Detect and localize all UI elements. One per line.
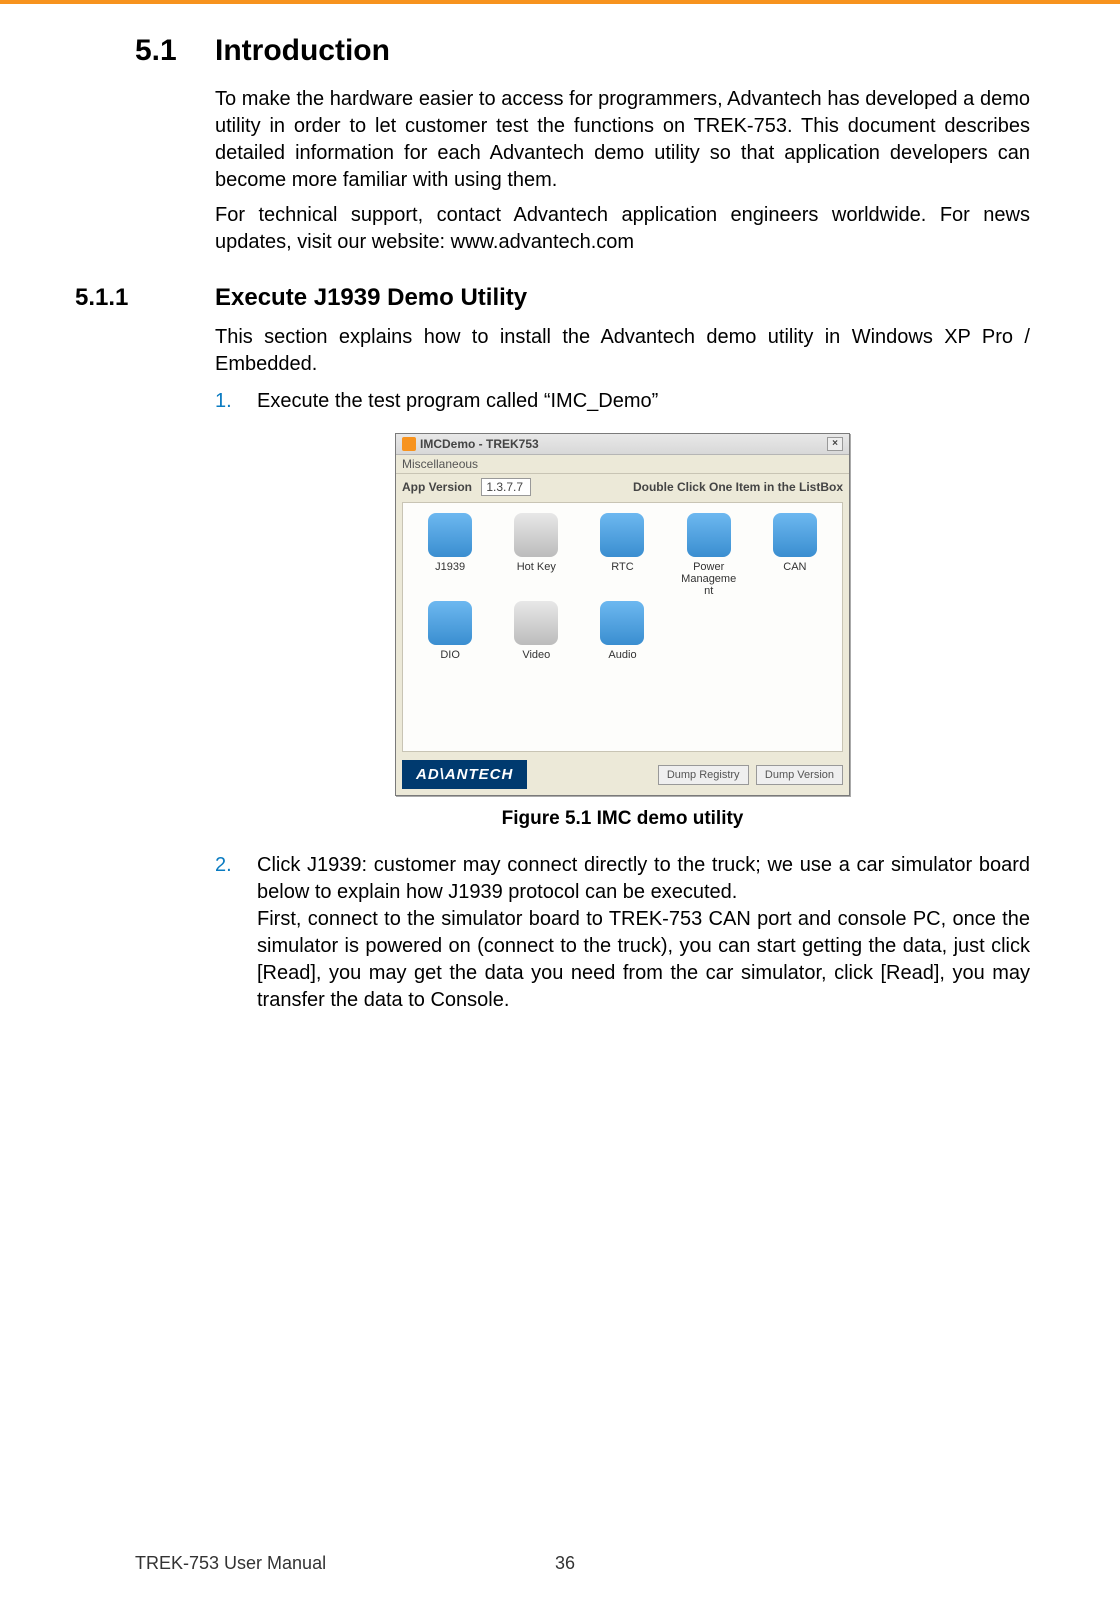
item-icon [773,513,817,557]
listbox-item-audio[interactable]: Audio [581,601,663,661]
subsection-title: Execute J1939 Demo Utility [215,284,527,312]
item-icon [514,513,558,557]
item-label: CAN [754,561,836,573]
version-row: App Version 1.3.7.7 Double Click One Ite… [396,474,849,502]
step-number: 2. [215,852,257,1014]
footer-page-number: 36 [555,1553,575,1574]
intro-paragraph-1: To make the hardware easier to access fo… [215,86,1030,194]
item-label: DIO [409,649,491,661]
step-2: 2. Click J1939: customer may connect dir… [215,852,1030,1014]
item-label: Hot Key [495,561,577,573]
subsection-heading: 5.1.1 Execute J1939 Demo Utility [75,284,1030,312]
listbox-item-power-manageme-nt[interactable]: PowerManagement [668,513,750,597]
intro-paragraph-2: For technical support, contact Advantech… [215,202,1030,256]
item-label: Audio [581,649,663,661]
item-label: RTC [581,561,663,573]
item-label: J1939 [409,561,491,573]
figure-caption: Figure 5.1 IMC demo utility [215,808,1030,830]
window-titlebar: IMCDemo - TREK753 × [396,434,849,455]
item-label: PowerManagement [668,561,750,597]
subsection-number: 5.1.1 [75,284,215,312]
imc-demo-window: IMCDemo - TREK753 × Miscellaneous App Ve… [395,433,850,796]
figure-5-1: IMCDemo - TREK753 × Miscellaneous App Ve… [215,433,1030,830]
listbox-item-dio[interactable]: DIO [409,601,491,661]
item-icon [428,513,472,557]
window-title: IMCDemo - TREK753 [420,437,539,451]
advantech-logo: AD\ANTECH [402,760,527,789]
app-icon [402,437,416,451]
bottom-bar: AD\ANTECH Dump Registry Dump Version [396,752,849,795]
close-icon[interactable]: × [827,437,843,451]
version-label: App Version [402,480,472,494]
step-number: 1. [215,388,257,415]
item-icon [428,601,472,645]
dump-version-button[interactable]: Dump Version [756,765,843,785]
listbox-item-rtc[interactable]: RTC [581,513,663,597]
section-title: Introduction [215,34,390,68]
dump-registry-button[interactable]: Dump Registry [658,765,749,785]
section-number: 5.1 [135,34,215,68]
icon-listbox[interactable]: J1939 Hot Key RTC PowerManagement CAN DIO Vide… [402,502,843,752]
listbox-item-hot-key[interactable]: Hot Key [495,513,577,597]
menu-miscellaneous[interactable]: Miscellaneous [396,455,849,474]
subsection-intro: This section explains how to install the… [215,324,1030,378]
listbox-item-j1939[interactable]: J1939 [409,513,491,597]
step-text: Execute the test program called “IMC_Dem… [257,388,1030,415]
item-icon [600,513,644,557]
listbox-item-video[interactable]: Video [495,601,577,661]
step-1: 1. Execute the test program called “IMC_… [215,388,1030,415]
footer-manual-name: TREK-753 User Manual [135,1553,555,1574]
listbox-hint: Double Click One Item in the ListBox [633,480,843,494]
item-icon [514,601,558,645]
section-heading: 5.1 Introduction [135,34,1030,68]
version-value: 1.3.7.7 [481,478,531,496]
item-icon [687,513,731,557]
item-icon [600,601,644,645]
page-footer: TREK-753 User Manual 36 [135,1553,1030,1574]
item-label: Video [495,649,577,661]
step-text: Click J1939: customer may connect direct… [257,852,1030,1014]
listbox-item-can[interactable]: CAN [754,513,836,597]
